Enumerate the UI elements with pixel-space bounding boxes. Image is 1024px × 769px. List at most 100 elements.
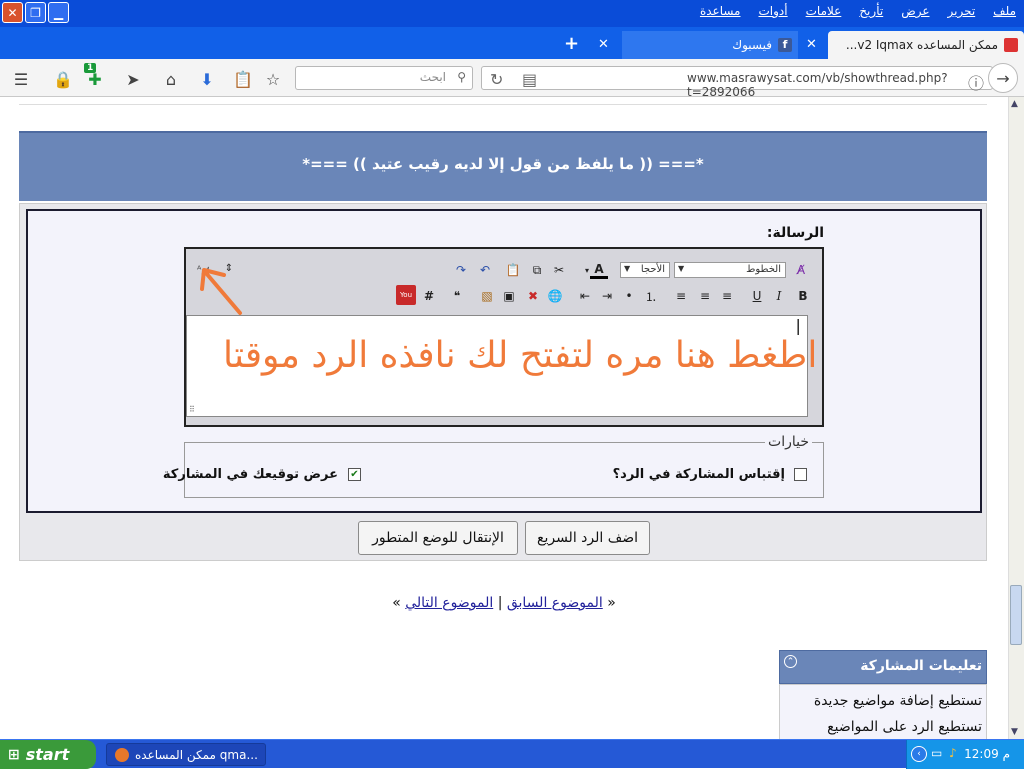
signature-text: *=== (( ما يلفظ من قول إلا لديه رقيب عتي…	[302, 155, 704, 173]
start-label: start	[25, 745, 70, 764]
network-icon[interactable]: ▭	[931, 746, 942, 760]
font-select-value: الخطوط	[746, 264, 781, 275]
message-label: الرسالة:	[766, 225, 824, 241]
site-info-icon[interactable]: ⓘ	[968, 70, 984, 94]
send-icon[interactable]: ➤	[122, 68, 144, 90]
close-tab-icon[interactable]: ✕	[598, 37, 609, 52]
home-icon[interactable]: ⌂	[160, 68, 182, 90]
menu-tools[interactable]: أدوات	[759, 4, 788, 18]
bookmark-star-icon[interactable]: ☆	[262, 68, 284, 90]
signature-banner: *=== (( ما يلفظ من قول إلا لديه رقيب عتي…	[19, 131, 987, 201]
clipboard-icon[interactable]: 📋	[232, 68, 254, 90]
size-select-value: الأحجا	[640, 264, 665, 275]
forward-arrow-icon[interactable]: →	[988, 63, 1018, 93]
menu-bookmarks[interactable]: علامات	[806, 4, 842, 18]
ordered-list-icon[interactable]: ⒈	[642, 287, 660, 305]
collapse-icon[interactable]: ⌃	[784, 655, 797, 668]
quick-reply-button[interactable]: اضف الرد السريع	[525, 521, 650, 555]
quote-icon[interactable]: ❝	[448, 287, 466, 305]
remove-format-icon[interactable]: A̸	[792, 261, 810, 279]
insert-picture-icon[interactable]: ▧	[478, 287, 496, 305]
search-icon: ⚲	[457, 70, 466, 84]
menu-history[interactable]: تأريخ	[859, 4, 883, 18]
search-input[interactable]: ابحث ⚲	[295, 66, 473, 90]
undo-icon[interactable]: ↶	[476, 261, 494, 279]
minimize-window-button[interactable]: ▁	[48, 2, 69, 23]
insert-image-icon[interactable]: ▣	[500, 287, 518, 305]
menu-edit[interactable]: تحرير	[948, 4, 976, 18]
nav-open-quote: «	[607, 595, 616, 611]
color-chevron-icon[interactable]: ▾	[578, 261, 596, 279]
taskbar-firefox-window[interactable]: ممكن المساعده qma...	[106, 743, 266, 766]
align-right-icon[interactable]: ≡	[718, 287, 736, 305]
remove-link-icon[interactable]: ✖	[524, 287, 542, 305]
start-button[interactable]: ⊞ start	[0, 740, 96, 769]
tray-expand-icon[interactable]: ‹	[911, 746, 927, 762]
restore-window-button[interactable]: ❐	[25, 2, 46, 23]
taskbar: ⊞ start ممكن المساعده qma... ‹ ▭ ♪ م 12:…	[0, 739, 1024, 769]
signature-option-label: عرض توقيعك في المشاركة	[162, 467, 338, 482]
scrollbar-thumb[interactable]	[1010, 585, 1022, 645]
quote-option-label: إقتباس المشاركة في الرد؟	[612, 467, 785, 482]
next-thread-link[interactable]: الموضوع التالي	[405, 595, 493, 611]
windows-logo-icon: ⊞	[8, 746, 20, 763]
menu-hamburger-icon[interactable]: ☰	[10, 68, 32, 90]
resize-grip-icon[interactable]: ⠿	[189, 405, 195, 414]
indent-icon[interactable]: ⇥	[598, 287, 616, 305]
reload-icon[interactable]: ↻	[490, 70, 503, 89]
firefox-icon	[115, 747, 129, 762]
annotation-arrow	[200, 268, 242, 315]
tab-facebook[interactable]: f فيسبوك	[622, 31, 798, 59]
chevron-down-icon: ▼	[678, 264, 685, 273]
unordered-list-icon[interactable]: •	[620, 287, 638, 305]
scroll-down-icon[interactable]: ▼	[1011, 727, 1018, 737]
advanced-mode-button[interactable]: الإنتقال للوضع المتطور	[358, 521, 518, 555]
menu-file[interactable]: ملف	[993, 4, 1016, 18]
reader-view-icon[interactable]: ▤	[522, 70, 537, 89]
url-bar[interactable]: ↻ ▤ www.masrawysat.com/vb/showthread.php…	[481, 66, 993, 99]
close-tab-icon[interactable]: ✕	[806, 37, 817, 52]
rule-item: تستطيع إضافة مواضيع جديدة	[813, 693, 982, 709]
navigation-bar: ☰ 🔒 ✚ 1 ➤ ⌂ ⬇ 📋 ☆ ابحث ⚲ ↻ ▤ www.masrawy…	[0, 59, 1024, 99]
rule-item: تستطيع الرد على المواضيع	[827, 719, 982, 735]
copy-icon[interactable]: ⧉	[528, 261, 546, 279]
outdent-icon[interactable]: ⇤	[576, 287, 594, 305]
page-content: *=== (( ما يلفظ من قول إلا لديه رقيب عتي…	[0, 97, 1008, 739]
paste-icon[interactable]: 📋	[504, 261, 522, 279]
menu-help[interactable]: مساعدة	[700, 4, 741, 18]
url-text: www.masrawysat.com/vb/showthread.php?t=2…	[687, 71, 948, 99]
youtube-icon[interactable]: You	[396, 285, 416, 305]
bold-icon[interactable]: B	[794, 287, 812, 305]
hashtag-icon[interactable]: #	[420, 287, 438, 305]
tab-active[interactable]: ممكن المساعده v2 Iqmax...	[828, 31, 1024, 59]
nav-close-quote: »	[392, 595, 401, 611]
chevron-down-icon: ▼	[624, 264, 631, 273]
align-left-icon[interactable]: ≡	[672, 287, 690, 305]
text-cursor: |	[793, 316, 803, 335]
quote-checkbox[interactable]	[794, 468, 807, 481]
new-tab-button[interactable]: +	[564, 33, 579, 54]
menu-view[interactable]: عرض	[901, 4, 929, 18]
signature-checkbox[interactable]: ✔	[348, 468, 361, 481]
italic-icon[interactable]: I	[770, 287, 788, 305]
title-bar: ✕ ❐ ▁ ملف تحرير عرض تأريخ علامات أدوات م…	[0, 0, 1024, 27]
facebook-icon: f	[778, 38, 792, 52]
close-window-button[interactable]: ✕	[2, 2, 23, 23]
size-select[interactable]: الأحجا ▼	[620, 262, 670, 278]
redo-icon[interactable]: ↷	[452, 261, 470, 279]
posting-rules-body: تستطيع إضافة مواضيع جديدة تستطيع الرد عل…	[779, 684, 987, 739]
scroll-up-icon[interactable]: ▲	[1011, 99, 1018, 109]
tab-label: فيسبوك	[732, 38, 772, 52]
menu-bar: ملف تحرير عرض تأريخ علامات أدوات مساعدة	[700, 4, 1016, 18]
posting-rules-title: تعليمات المشاركة	[860, 658, 982, 674]
pocket-icon[interactable]: 🔒	[52, 68, 74, 90]
align-center-icon[interactable]: ≡	[696, 287, 714, 305]
underline-icon[interactable]: U	[748, 287, 766, 305]
download-icon[interactable]: ⬇	[196, 68, 218, 90]
previous-thread-link[interactable]: الموضوع السابق	[507, 595, 603, 611]
insert-link-icon[interactable]: 🌐	[546, 287, 564, 305]
font-select[interactable]: الخطوط ▼	[674, 262, 786, 278]
tab-label: ممكن المساعده v2 Iqmax...	[845, 38, 998, 52]
cut-icon[interactable]: ✂	[550, 261, 568, 279]
volume-icon[interactable]: ♪	[949, 746, 957, 760]
